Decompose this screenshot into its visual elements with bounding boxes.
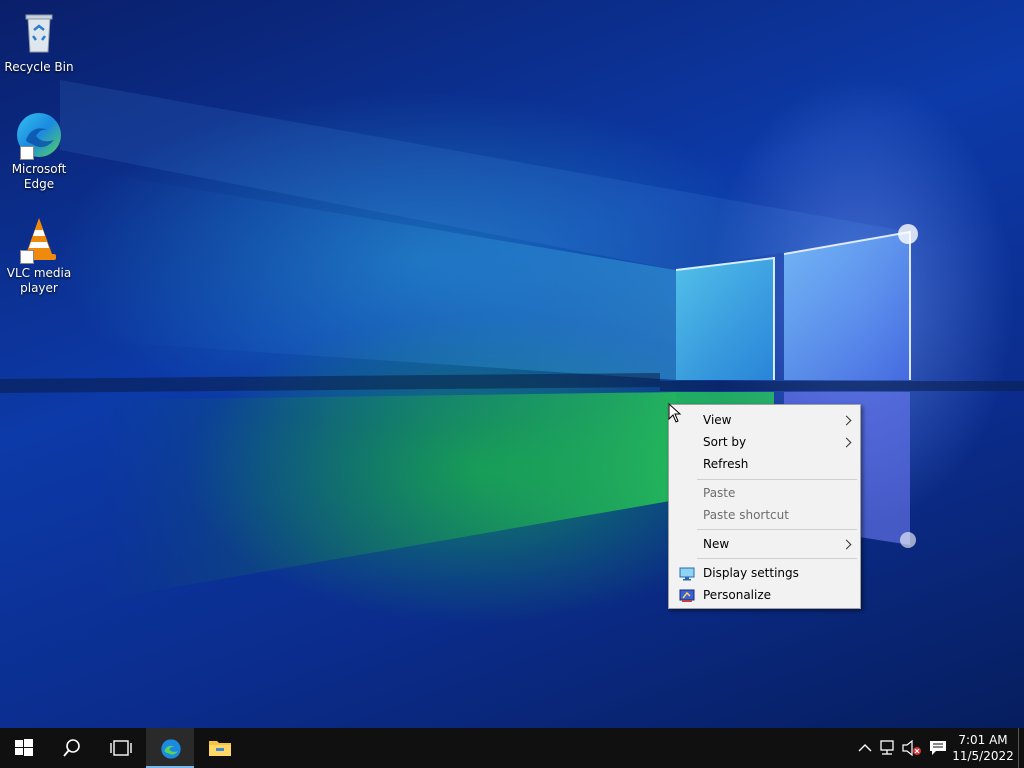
start-button[interactable] (0, 728, 48, 768)
menu-item-label: Paste (703, 486, 736, 500)
action-center-button[interactable] (926, 728, 950, 768)
desktop-icon-label: Microsoft Edge (11, 162, 67, 191)
task-view-icon (110, 740, 132, 756)
menu-item-view[interactable]: View (669, 409, 860, 431)
network-button[interactable] (876, 728, 900, 768)
desktop-icon-label: Recycle Bin (4, 60, 74, 74)
chevron-up-icon (858, 744, 872, 752)
volume-button[interactable] (900, 728, 924, 768)
taskbar-file-explorer-button[interactable] (194, 728, 242, 768)
desktop-context-menu: View Sort by Refresh Paste Paste shortcu… (668, 404, 861, 609)
menu-item-display-settings[interactable]: Display settings (669, 562, 860, 584)
shortcut-arrow-icon (20, 250, 34, 264)
wallpaper-art (0, 80, 1024, 600)
file-explorer-icon (209, 741, 231, 756)
menu-item-label: Sort by (703, 435, 747, 449)
display-icon (679, 566, 695, 581)
menu-item-paste: Paste (669, 482, 860, 504)
edge-icon (161, 739, 181, 759)
desktop-wallpaper[interactable] (0, 0, 1024, 728)
edge-icon (14, 110, 64, 160)
menu-item-sort-by[interactable]: Sort by (669, 431, 860, 453)
desktop-icon-vlc[interactable]: VLC media player (4, 214, 74, 296)
menu-item-personalize[interactable]: Personalize (669, 584, 860, 606)
volume-muted-icon (902, 740, 921, 756)
network-icon (880, 740, 894, 755)
vlc-icon (14, 214, 64, 264)
chevron-right-icon (841, 437, 852, 448)
menu-item-label: View (703, 413, 732, 427)
clock-time: 7:01 AM (958, 733, 1008, 747)
desktop-icon-microsoft-edge[interactable]: Microsoft Edge (4, 110, 74, 192)
search-icon (63, 739, 80, 757)
menu-item-label: Personalize (703, 588, 772, 602)
start-icon (15, 739, 33, 756)
desktop-icon-label: VLC media player (6, 266, 72, 295)
notification-icon (930, 741, 946, 755)
chevron-right-icon (841, 539, 852, 550)
menu-item-refresh[interactable]: Refresh (669, 453, 860, 475)
menu-separator (697, 529, 857, 530)
menu-item-label: Paste shortcut (703, 508, 789, 522)
menu-item-label: Display settings (703, 566, 799, 580)
menu-item-label: Refresh (703, 457, 749, 471)
recycle-bin-icon (14, 8, 64, 58)
taskbar-clock[interactable]: 7:01 AM 11/5/2022 (950, 732, 1016, 764)
task-view-button[interactable] (96, 728, 144, 768)
menu-separator (697, 558, 857, 559)
chevron-right-icon (841, 415, 852, 426)
personalize-icon (679, 588, 695, 602)
shortcut-arrow-icon (20, 146, 34, 160)
mouse-cursor-icon (668, 402, 682, 427)
show-desktop-button[interactable] (1018, 728, 1024, 768)
menu-item-paste-shortcut: Paste shortcut (669, 504, 860, 526)
taskbar-edge-button[interactable] (146, 728, 194, 768)
taskbar: 7:01 AM 11/5/2022 (0, 728, 1024, 768)
menu-item-label: New (703, 537, 730, 551)
show-hidden-icons-button[interactable] (854, 728, 876, 768)
menu-separator (697, 479, 857, 480)
search-button[interactable] (48, 728, 96, 768)
menu-item-new[interactable]: New (669, 533, 860, 555)
clock-date: 11/5/2022 (952, 749, 1014, 763)
desktop-icon-recycle-bin[interactable]: Recycle Bin (4, 8, 74, 75)
